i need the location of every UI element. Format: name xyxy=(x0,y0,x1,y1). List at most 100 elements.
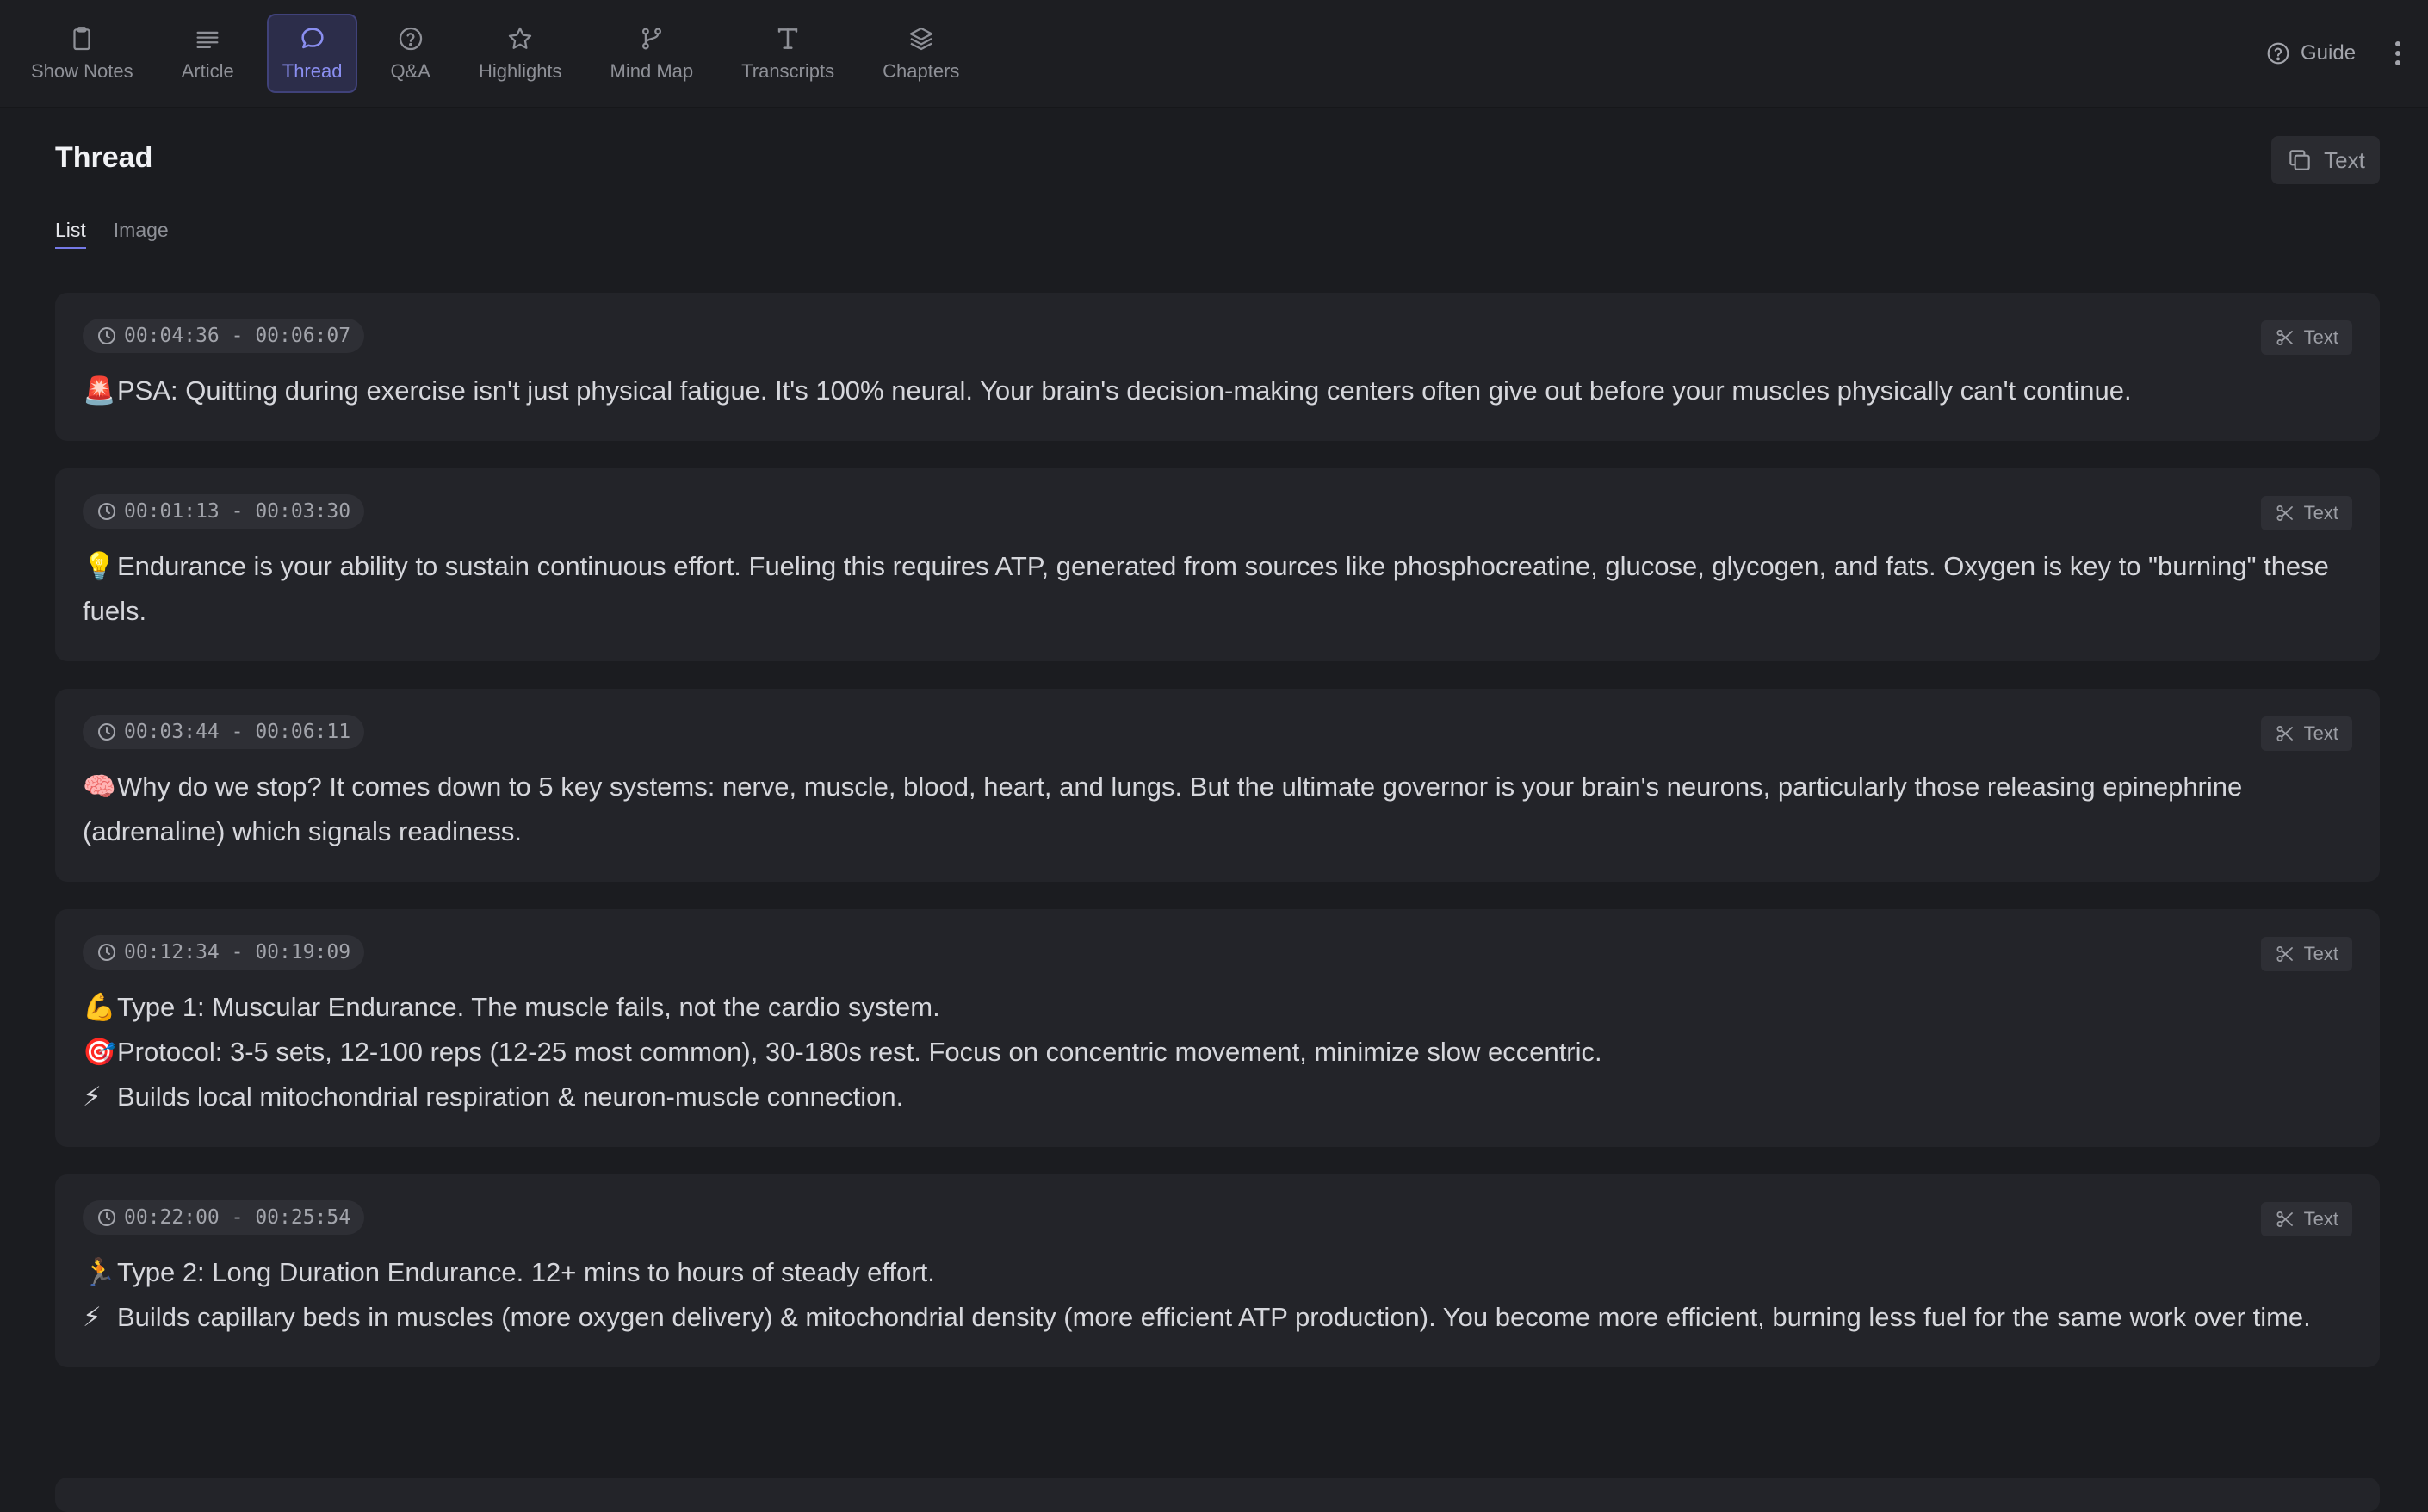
tab-label: Chapters xyxy=(883,60,960,82)
top-toolbar: Show Notes Article Thread Q&A Highlights… xyxy=(0,0,2428,108)
more-menu-button[interactable] xyxy=(2385,38,2411,69)
clip-text-label: Text xyxy=(2303,722,2338,744)
thread-text: 💡Endurance is your ability to sustain co… xyxy=(83,544,2352,634)
line-text: Why do we stop? It comes down to 5 key s… xyxy=(83,771,2243,846)
clip-text-label: Text xyxy=(2303,326,2338,348)
thread-line: 💡Endurance is your ability to sustain co… xyxy=(83,544,2352,634)
thread-card: 00:03:44 - 00:06:11 Text 🧠Why do we stop… xyxy=(55,689,2380,882)
guide-label: Guide xyxy=(2301,41,2357,65)
clock-icon xyxy=(98,327,115,344)
tab-label: Highlights xyxy=(478,60,562,82)
thread-line: 🏃Type 2: Long Duration Endurance. 12+ mi… xyxy=(83,1250,2352,1295)
thread-line: ⚡ Builds capillary beds in muscles (more … xyxy=(83,1295,2352,1340)
tab-label: Thread xyxy=(282,60,343,82)
thread-text: 🧠Why do we stop? It comes down to 5 key … xyxy=(83,765,2352,854)
line-emoji: 🚨 xyxy=(83,375,116,406)
thread-line: 🧠Why do we stop? It comes down to 5 key … xyxy=(83,765,2352,854)
clip-text-label: Text xyxy=(2303,1208,2338,1230)
thread-text: 🏃Type 2: Long Duration Endurance. 12+ mi… xyxy=(83,1250,2352,1340)
scissors-icon xyxy=(2276,946,2293,962)
thread-card: 00:22:00 - 00:25:54 Text 🏃Type 2: Long D… xyxy=(55,1174,2380,1367)
line-emoji: 🏃 xyxy=(83,1257,116,1287)
page-title: Thread xyxy=(55,141,153,174)
article-lines-icon xyxy=(196,31,219,49)
tab-qa[interactable]: Q&A xyxy=(375,14,445,93)
subtab-image[interactable]: Image xyxy=(114,219,169,249)
timestamp-badge[interactable]: 00:03:44 - 00:06:11 xyxy=(83,715,365,749)
speech-bubble-icon xyxy=(301,28,324,49)
tab-label: Article xyxy=(181,60,234,82)
scissors-icon xyxy=(2276,330,2293,345)
thread-text: 💪Type 1: Muscular Endurance. The muscle … xyxy=(83,985,2352,1119)
thread-line: 🎯Protocol: 3-5 sets, 12-100 reps (12-25 … xyxy=(83,1030,2352,1075)
guide-button[interactable]: Guide xyxy=(2264,38,2356,69)
clip-text-label: Text xyxy=(2303,943,2338,964)
tab-article[interactable]: Article xyxy=(166,14,250,93)
thread-line: 🚨PSA: Quitting during exercise isn't jus… xyxy=(83,369,2352,413)
scissors-icon xyxy=(2276,726,2293,741)
thread-line: ⚡ Builds local mitochondrial respiration … xyxy=(83,1075,2352,1119)
clock-icon xyxy=(98,944,115,961)
thread-list: 00:04:36 - 00:06:07 Text 🚨PSA: Quitting … xyxy=(55,293,2380,1395)
tab-show-notes[interactable]: Show Notes xyxy=(15,14,149,93)
tab-highlights[interactable]: Highlights xyxy=(463,14,578,93)
line-text: Type 2: Long Duration Endurance. 12+ min… xyxy=(117,1257,935,1287)
timestamp-badge[interactable]: 00:04:36 - 00:06:07 xyxy=(83,319,365,353)
thread-text: 🚨PSA: Quitting during exercise isn't jus… xyxy=(83,369,2352,413)
text-t-icon xyxy=(777,28,798,49)
line-text: Builds local mitochondrial respiration &… xyxy=(117,1081,904,1112)
view-mode-tabs: List Image xyxy=(55,219,196,249)
tab-chapters[interactable]: Chapters xyxy=(867,14,975,93)
timestamp-range: 00:04:36 - 00:06:07 xyxy=(124,325,351,347)
line-emoji: 🎯 xyxy=(83,1037,116,1067)
tab-label: Mind Map xyxy=(610,60,694,82)
clip-text-button[interactable]: Text xyxy=(2260,320,2352,355)
clip-text-button[interactable]: Text xyxy=(2260,496,2352,530)
line-text: PSA: Quitting during exercise isn't just… xyxy=(117,375,2132,406)
line-emoji: 💪 xyxy=(83,992,116,1022)
clip-text-label: Text xyxy=(2303,502,2338,524)
timestamp-range: 00:12:34 - 00:19:09 xyxy=(124,941,351,964)
copy-text-button[interactable]: Text xyxy=(2271,136,2380,184)
timestamp-range: 00:03:44 - 00:06:11 xyxy=(124,721,351,743)
line-text: Endurance is your ability to sustain con… xyxy=(83,551,2329,626)
clip-text-button[interactable]: Text xyxy=(2260,937,2352,971)
timestamp-range: 00:22:00 - 00:25:54 xyxy=(124,1206,351,1229)
star-icon xyxy=(509,27,532,49)
tab-transcripts[interactable]: Transcripts xyxy=(726,14,850,93)
copy-icon xyxy=(2289,150,2310,170)
subtab-list[interactable]: List xyxy=(55,219,86,249)
scissors-icon xyxy=(2276,505,2293,521)
layers-icon xyxy=(909,27,932,51)
scissors-icon xyxy=(2276,1211,2293,1227)
line-emoji: ⚡ xyxy=(83,1302,102,1332)
thread-card: 00:01:13 - 00:03:30 Text 💡Endurance is y… xyxy=(55,468,2380,661)
thread-card: 00:04:36 - 00:06:07 Text 🚨PSA: Quitting … xyxy=(55,293,2380,441)
tab-mind-map[interactable]: Mind Map xyxy=(595,14,709,93)
timestamp-badge[interactable]: 00:22:00 - 00:25:54 xyxy=(83,1200,365,1235)
clock-icon xyxy=(98,503,115,520)
vertical-dots-icon xyxy=(2395,41,2400,65)
clock-icon xyxy=(98,1209,115,1226)
line-emoji: 🧠 xyxy=(83,771,116,802)
line-text: Protocol: 3-5 sets, 12-100 reps (12-25 m… xyxy=(117,1037,1602,1067)
tab-label: Q&A xyxy=(390,60,430,82)
tab-label: Show Notes xyxy=(31,60,133,82)
thread-card: 00:12:34 - 00:19:09 Text 💪Type 1: Muscul… xyxy=(55,909,2380,1147)
clipboard-icon xyxy=(73,27,90,51)
branch-icon xyxy=(641,28,661,50)
tab-thread[interactable]: Thread xyxy=(266,14,358,93)
clock-icon xyxy=(98,723,115,741)
question-circle-icon xyxy=(399,27,422,51)
timestamp-range: 00:01:13 - 00:03:30 xyxy=(124,500,351,523)
timestamp-badge[interactable]: 00:12:34 - 00:19:09 xyxy=(83,935,365,970)
clip-text-button[interactable]: Text xyxy=(2260,1202,2352,1236)
clip-text-button[interactable]: Text xyxy=(2260,716,2352,751)
line-emoji: ⚡ xyxy=(83,1081,102,1112)
thread-card-next xyxy=(55,1478,2380,1512)
timestamp-badge[interactable]: 00:01:13 - 00:03:30 xyxy=(83,494,365,529)
view-tabs: Show Notes Article Thread Q&A Highlights… xyxy=(15,14,992,93)
line-emoji: 💡 xyxy=(83,551,116,581)
line-text: Builds capillary beds in muscles (more o… xyxy=(117,1302,2311,1332)
thread-line: 💪Type 1: Muscular Endurance. The muscle … xyxy=(83,985,2352,1030)
